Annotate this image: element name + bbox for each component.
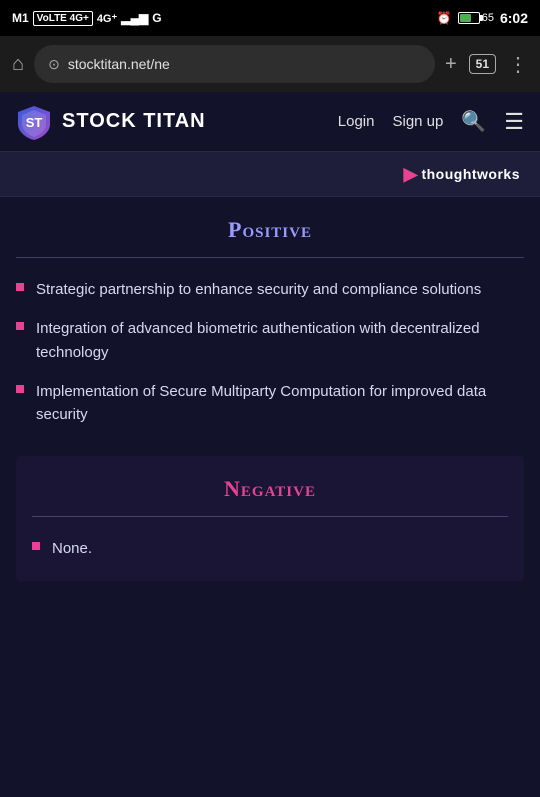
list-item: Implementation of Secure Multiparty Comp… xyxy=(16,380,524,427)
list-item: None. xyxy=(32,537,508,560)
positive-bullet-list: Strategic partnership to enhance securit… xyxy=(16,278,524,426)
home-button[interactable]: ⌂ xyxy=(12,53,24,76)
battery-percent: 65 xyxy=(482,12,494,24)
negative-bullet-1: None. xyxy=(52,537,92,560)
bullet-icon xyxy=(16,385,24,393)
thoughtworks-brand-text: thoughtworks xyxy=(421,166,520,182)
logo-container[interactable]: ST STOCK TITAN xyxy=(16,104,206,140)
carrier-text: M1 xyxy=(12,11,29,25)
battery-fill xyxy=(460,14,472,22)
svg-text:ST: ST xyxy=(26,115,43,130)
brand-banner: ▶ thoughtworks xyxy=(0,152,540,197)
positive-bullet-1: Strategic partnership to enhance securit… xyxy=(36,278,481,301)
browser-menu-button[interactable]: ⋮ xyxy=(508,52,528,77)
negative-section: Negative None. xyxy=(16,456,524,580)
url-text: stocktitan.net/ne xyxy=(68,56,421,72)
alarm-icon: ⏰ xyxy=(437,11,452,25)
positive-bullet-2: Integration of advanced biometric authen… xyxy=(36,317,524,364)
bullet-icon xyxy=(16,322,24,330)
network-strength: 4G⁺ xyxy=(97,12,117,25)
url-bar[interactable]: ⊙ stocktitan.net/ne xyxy=(34,45,435,83)
positive-bullet-3: Implementation of Secure Multiparty Comp… xyxy=(36,380,524,427)
thoughtworks-logo: ▶ thoughtworks xyxy=(404,164,520,185)
new-tab-button[interactable]: + xyxy=(445,53,457,76)
login-link[interactable]: Login xyxy=(338,113,375,130)
thoughtworks-arrow-icon: ▶ xyxy=(404,164,418,185)
volte-badge: VoLTE 4G+ xyxy=(33,11,93,26)
nav-links: Login Sign up 🔍 ☰ xyxy=(338,109,524,135)
logo-shield-icon: ST xyxy=(16,104,52,140)
extra-network: G xyxy=(152,11,161,25)
time-display: 6:02 xyxy=(500,10,528,26)
battery-box xyxy=(458,12,480,24)
negative-title: Negative xyxy=(32,476,508,502)
status-right: ⏰ 65 6:02 xyxy=(437,10,528,26)
search-icon[interactable]: 🔍 xyxy=(461,109,486,134)
list-item: Strategic partnership to enhance securit… xyxy=(16,278,524,301)
battery-indicator: 65 xyxy=(458,12,494,24)
signal-bars: ▂▄▆ xyxy=(121,11,148,25)
logo-text: STOCK TITAN xyxy=(62,110,206,133)
browser-actions: + 51 ⋮ xyxy=(445,52,528,77)
list-item: Integration of advanced biometric authen… xyxy=(16,317,524,364)
positive-section: Positive Strategic partnership to enhanc… xyxy=(16,217,524,426)
status-bar: M1 VoLTE 4G+ 4G⁺ ▂▄▆ G ⏰ 65 6:02 xyxy=(0,0,540,36)
site-icon: ⊙ xyxy=(48,56,60,73)
positive-title: Positive xyxy=(16,217,524,243)
bullet-icon xyxy=(16,283,24,291)
negative-divider xyxy=(32,516,508,517)
status-carrier: M1 VoLTE 4G+ 4G⁺ ▂▄▆ G xyxy=(12,11,162,26)
signup-link[interactable]: Sign up xyxy=(392,113,443,130)
bullet-icon xyxy=(32,542,40,550)
positive-divider xyxy=(16,257,524,258)
tabs-count-button[interactable]: 51 xyxy=(469,54,496,74)
main-content: Positive Strategic partnership to enhanc… xyxy=(0,197,540,797)
browser-chrome: ⌂ ⊙ stocktitan.net/ne + 51 ⋮ xyxy=(0,36,540,92)
nav-bar: ST STOCK TITAN Login Sign up 🔍 ☰ xyxy=(0,92,540,152)
hamburger-menu-icon[interactable]: ☰ xyxy=(504,109,524,135)
